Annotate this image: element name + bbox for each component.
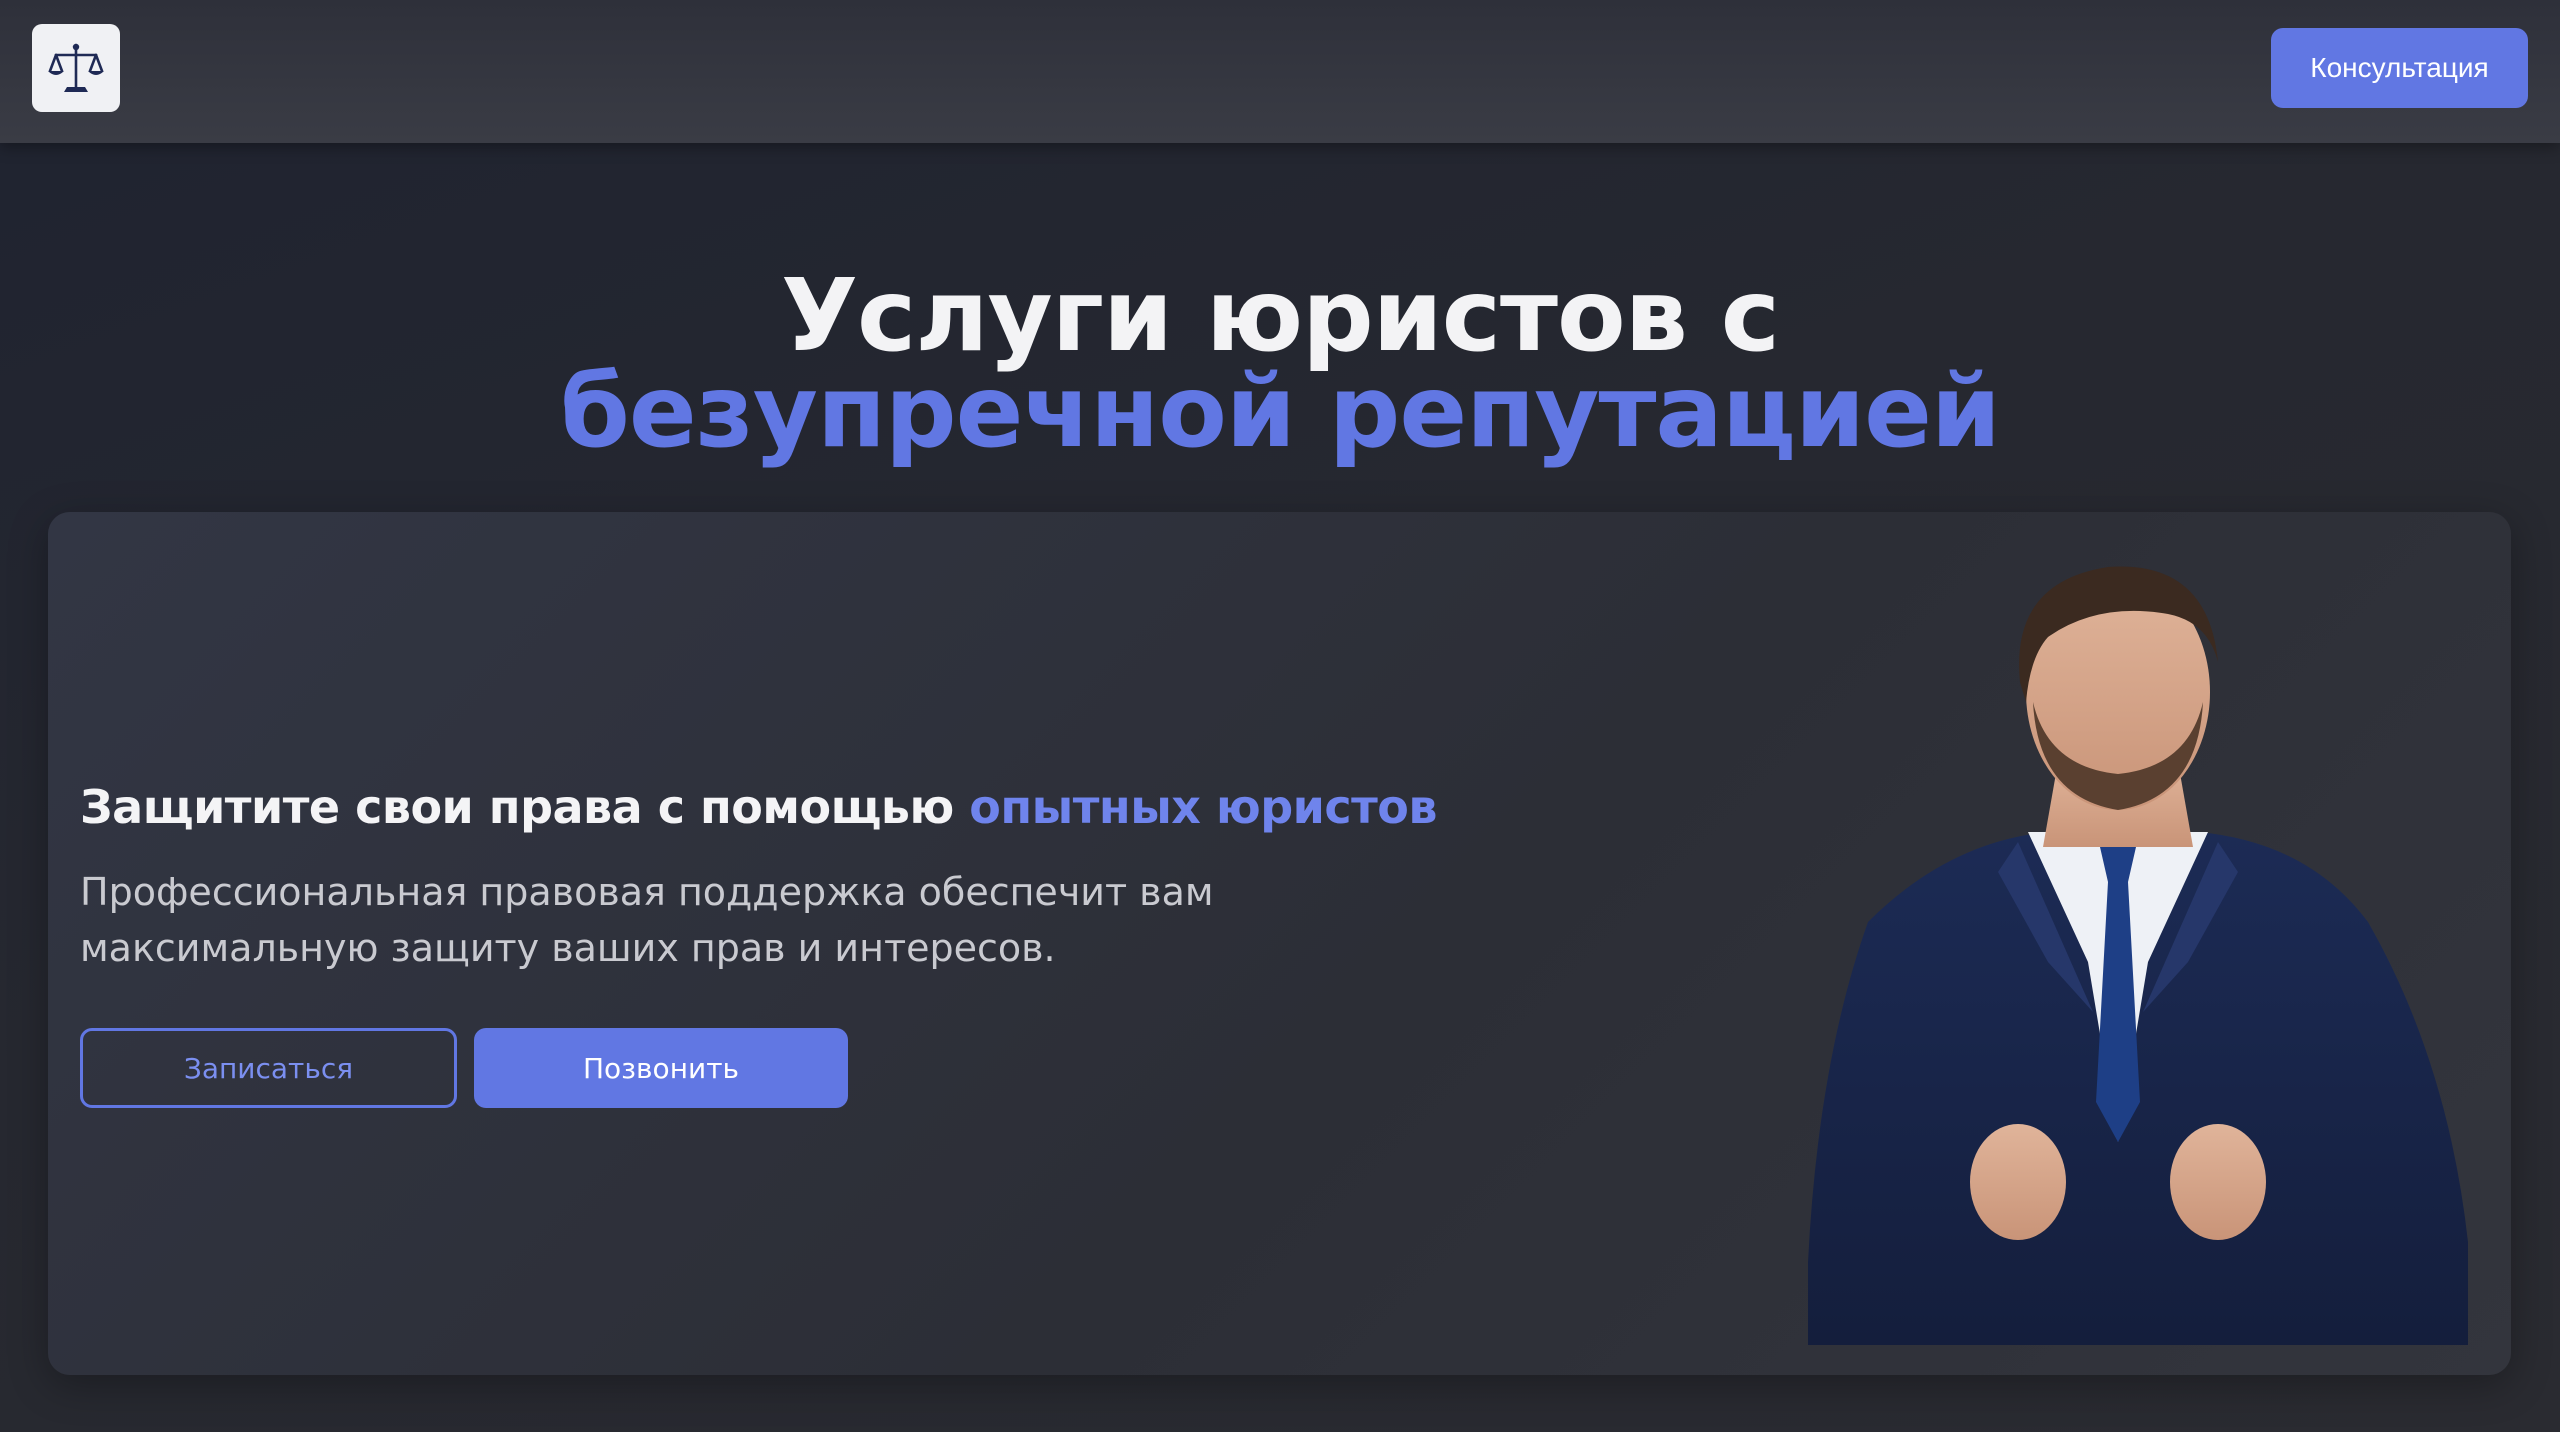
- site-header: Консультация: [0, 0, 2560, 143]
- hero-title-line1: Услуги юристов с: [780, 257, 1780, 374]
- scales-of-justice-icon: [48, 43, 104, 92]
- consultation-button[interactable]: Консультация: [2271, 28, 2528, 108]
- card-description-line1: Профессиональная правовая поддержка обес…: [80, 870, 1214, 914]
- hero-title-line2: безупречной репутацией: [560, 353, 2001, 470]
- logo[interactable]: [32, 24, 120, 112]
- card-heading: Защитите свои права с помощью опытных юр…: [80, 780, 1480, 834]
- card-description-line2: максимальную защиту ваших прав и интерес…: [80, 926, 1056, 970]
- signup-button[interactable]: Записаться: [80, 1028, 457, 1108]
- call-button[interactable]: Позвонить: [474, 1028, 848, 1108]
- card-heading-main: Защитите свои права с помощью: [80, 780, 970, 834]
- hero-card: Защитите свои права с помощью опытных юр…: [48, 512, 2511, 1375]
- page: Консультация Услуги юристов с безупречно…: [0, 0, 2560, 1432]
- card-heading-accent: опытных юристов: [969, 780, 1437, 834]
- card-description: Профессиональная правовая поддержка обес…: [80, 864, 1280, 976]
- hero-title: Услуги юристов с безупречной репутацией: [0, 257, 2560, 470]
- lawyer-portrait: [1808, 566, 2468, 1345]
